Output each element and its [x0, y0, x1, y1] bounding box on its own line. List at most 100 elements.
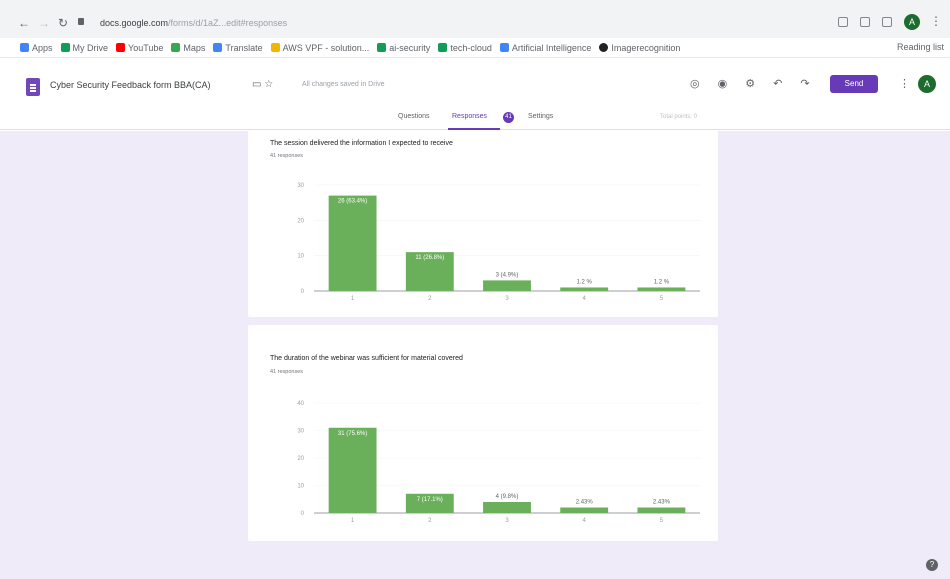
y-tick-label: 10: [297, 254, 304, 260]
browser-menu-icon[interactable]: ⋮: [930, 14, 942, 28]
customize-theme-icon[interactable]: ◎: [690, 77, 700, 90]
bookmark-my-drive[interactable]: My Drive: [60, 42, 109, 53]
bar: [483, 280, 531, 291]
bookmark-ai[interactable]: Artificial Intelligence: [499, 43, 591, 53]
tab-settings[interactable]: Settings: [528, 113, 553, 120]
share-icon[interactable]: [860, 17, 870, 27]
tab-questions[interactable]: Questions: [398, 113, 430, 120]
bookmark-label: YouTube: [128, 42, 164, 53]
address-bar[interactable]: docs.google.com/forms/d/1aZ...edit#respo…: [88, 14, 818, 32]
y-tick-label: 40: [297, 401, 304, 407]
bar: [560, 507, 609, 513]
bookmarks-bar: Apps My Drive YouTube Maps Translate AWS…: [0, 38, 950, 58]
bookmark-translate[interactable]: Translate: [213, 42, 263, 53]
forward-icon[interactable]: →: [38, 16, 50, 30]
bookmark-maps[interactable]: Maps: [171, 43, 205, 53]
tab-responses[interactable]: Responses: [452, 113, 487, 120]
bookmark-ai-security[interactable]: ai-security: [377, 43, 430, 53]
bar: [328, 427, 377, 513]
data-label: 2.43%: [653, 500, 671, 506]
y-tick-label: 30: [297, 183, 304, 189]
bar: [637, 287, 686, 291]
send-button[interactable]: Send: [830, 75, 878, 93]
preview-icon[interactable]: ◉: [718, 77, 728, 90]
url-host: docs.google.com: [100, 18, 169, 28]
extension-icons: A: [838, 14, 920, 30]
redo-icon[interactable]: ↷: [800, 77, 809, 90]
x-tick-label: 3: [505, 518, 509, 524]
bookmark-label: Apps: [32, 42, 53, 53]
bar-chart: 0 10 20 30 26 (63.4%) 1 11 (26.8%) 2 3 (4.9%) 3 1.…: [297, 183, 700, 302]
data-label: 1.2 %: [654, 279, 670, 285]
total-points: Total points: 0: [660, 114, 698, 120]
form-tabs: Questions Responses 41 Settings Total po…: [0, 110, 950, 130]
bookmark-label: Imagerecognition: [611, 42, 681, 53]
x-tick-label: 3: [505, 296, 509, 302]
bookmark-label: tech-cloud: [450, 42, 492, 53]
bookmark-apps[interactable]: Apps: [20, 43, 53, 53]
y-tick-label: 20: [297, 456, 304, 462]
zoom-icon[interactable]: [838, 17, 848, 27]
responses-canvas: The session delivered the information I …: [0, 131, 950, 579]
y-tick-label: 0: [301, 289, 305, 295]
back-icon[interactable]: ←: [18, 16, 30, 30]
saved-status: All changes saved in Drive: [302, 81, 385, 88]
data-label: 4 (9.8%): [496, 494, 519, 500]
forms-header: Cyber Security Feedback form BBA(CA) ▭ ☆…: [0, 58, 950, 110]
data-label: 2.43%: [576, 500, 594, 506]
translate-icon: [213, 43, 223, 52]
x-tick-label: 2: [428, 518, 432, 524]
x-tick-label: 1: [351, 296, 355, 302]
browser-profile-avatar[interactable]: A: [904, 14, 920, 30]
bookmark-tech-cloud[interactable]: tech-cloud: [438, 43, 492, 53]
reading-list[interactable]: Reading list: [897, 42, 944, 52]
data-label: 31 (75.6%): [338, 431, 367, 437]
folder-icon: [499, 43, 509, 52]
header-actions: ◎ ◉ ⚙ ↶ ↷: [690, 77, 810, 90]
user-avatar[interactable]: A: [918, 75, 936, 93]
maps-icon: [171, 43, 181, 52]
question-card: The session delivered the information I …: [248, 131, 718, 317]
bookmark-label: AWS VPF - solution...: [282, 42, 370, 53]
y-tick-label: 0: [301, 511, 305, 517]
bar-chart: 0 10 20 30 40 31 (75.6%) 1 7 (17.1%) 2 4 (9.8%) 3 2…: [297, 401, 700, 524]
x-tick-label: 1: [351, 518, 355, 524]
bookmark-aws[interactable]: AWS VPF - solution...: [270, 42, 370, 53]
github-icon: [599, 43, 609, 52]
y-tick-label: 10: [297, 484, 304, 490]
document-icon: [270, 43, 280, 52]
settings-icon[interactable]: ⚙: [745, 77, 755, 90]
x-tick-label: 5: [660, 296, 664, 302]
forms-logo-icon[interactable]: [26, 78, 40, 96]
star-icon[interactable]: [882, 17, 892, 27]
bookmark-youtube[interactable]: YouTube: [116, 43, 163, 53]
bookmark-label: ai-security: [389, 42, 431, 53]
x-tick-label: 4: [583, 296, 587, 302]
bookmark-imagerecognition[interactable]: Imagerecognition: [599, 43, 680, 53]
folder-icon[interactable]: ▭ ☆: [252, 79, 273, 90]
active-tab-indicator: [448, 128, 500, 130]
undo-icon[interactable]: ↶: [773, 77, 782, 90]
question-card: The duration of the webinar was sufficie…: [248, 325, 718, 541]
x-tick-label: 5: [660, 518, 664, 524]
bookmark-label: Translate: [225, 42, 263, 53]
bookmark-label: My Drive: [72, 42, 109, 53]
url-path: /forms/d/1aZ...edit#responses: [168, 18, 288, 28]
apps-icon: [20, 43, 29, 52]
bar: [637, 507, 686, 513]
more-options-icon[interactable]: ⋮: [899, 77, 910, 90]
data-label: 3 (4.9%): [496, 272, 519, 278]
data-label: 7 (17.1%): [417, 497, 443, 503]
bar: [328, 195, 377, 291]
help-icon[interactable]: ?: [926, 559, 938, 571]
y-tick-label: 30: [297, 429, 304, 435]
x-tick-label: 4: [583, 518, 587, 524]
data-label: 1.2 %: [577, 279, 593, 285]
reload-icon[interactable]: ↻: [58, 16, 68, 30]
form-title[interactable]: Cyber Security Feedback form BBA(CA): [50, 80, 211, 90]
lock-icon: [78, 18, 84, 25]
bar: [483, 502, 531, 513]
bookmark-label: Maps: [183, 42, 206, 53]
youtube-icon: [116, 43, 126, 52]
drive-icon: [60, 43, 70, 52]
